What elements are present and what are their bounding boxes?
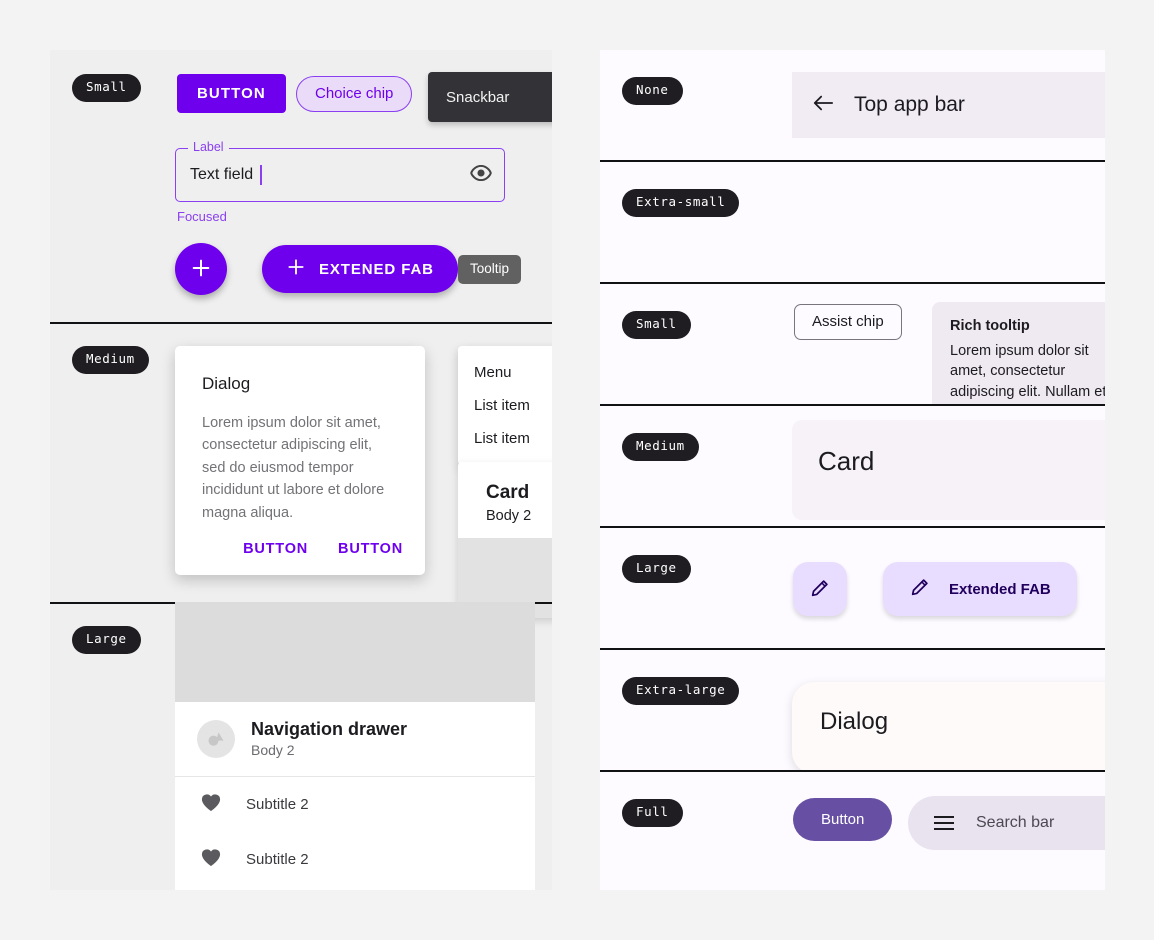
plus-icon [190, 257, 212, 282]
size-badge-none: None [622, 77, 683, 105]
size-badge-full: Full [622, 799, 683, 827]
drawer-list-item-label: Subtitle 2 [246, 796, 309, 813]
right-panel: None Top app bar Extra-small Small Assis… [600, 50, 1105, 890]
card-title: Card [818, 446, 875, 476]
right-row-extra-large: Extra-large Dialog [600, 650, 1105, 770]
size-badge-small: Small [622, 311, 691, 339]
drawer-header: Navigation drawer Body 2 [175, 702, 535, 777]
component-showcase: Small BUTTON Choice chip Snackbar Label … [0, 0, 1154, 940]
search-bar[interactable]: Search bar [908, 796, 1105, 850]
text-cursor [260, 165, 262, 185]
outlined-text-field[interactable]: Label Text field Focused [175, 141, 505, 224]
hamburger-icon[interactable] [934, 816, 954, 830]
left-row-medium: Medium Dialog Lorem ipsum dolor sit amet… [50, 322, 552, 618]
extended-fab-label: Extended FAB [949, 580, 1051, 598]
size-badge-large: Large [622, 555, 691, 583]
extended-fab[interactable]: Extended FAB [883, 562, 1077, 616]
plus-icon [286, 257, 306, 281]
filled-button[interactable]: Button [793, 798, 893, 841]
card: Card [792, 420, 1105, 520]
right-row-none: None Top app bar [600, 50, 1105, 160]
card-title: Card [486, 482, 530, 503]
left-row-large: Large Navigation drawer Body 2 Subtitle … [50, 602, 552, 890]
size-badge-medium: Medium [72, 346, 149, 374]
size-badge-large: Large [72, 626, 141, 654]
top-app-bar: Top app bar [792, 72, 1105, 138]
floating-action-button[interactable] [793, 562, 847, 616]
drawer-list-item[interactable]: Subtitle 2 [175, 777, 535, 832]
extended-fab-label: EXTENED FAB [319, 260, 434, 278]
size-badge-medium: Medium [622, 433, 699, 461]
assist-chip[interactable]: Assist chip [794, 304, 902, 340]
size-badge-extra-large: Extra-large [622, 677, 740, 705]
dialog-actions: BUTTON BUTTON [243, 541, 403, 557]
text-field-box[interactable]: Label Text field [175, 141, 505, 202]
eye-icon[interactable] [470, 164, 492, 186]
right-row-large: Large Extended FAB [600, 528, 1105, 648]
heart-icon [200, 847, 222, 872]
floating-action-button[interactable] [175, 243, 227, 295]
right-row-small: Small Assist chip Rich tooltip Lorem ips… [600, 284, 1105, 404]
drawer-subtitle: Body 2 [251, 742, 295, 758]
card-body: Body 2 [486, 508, 532, 524]
drawer-list-item-label: Subtitle 2 [246, 851, 309, 868]
text-field-label: Label [188, 141, 229, 154]
drawer-list-item[interactable]: Subtitle 2 [175, 832, 535, 887]
drawer-hero-image [175, 602, 535, 702]
choice-chip[interactable]: Choice chip [296, 76, 413, 112]
menu: Menu List item List item [458, 346, 552, 465]
menu-header[interactable]: Menu [458, 356, 552, 389]
arrow-back-icon[interactable] [812, 94, 834, 117]
right-row-full: Full Button Search bar [600, 772, 1105, 890]
avatar [197, 719, 235, 758]
drawer-title: Navigation drawer [251, 719, 408, 739]
heart-icon [200, 792, 222, 817]
tooltip: Tooltip [458, 255, 522, 284]
snackbar-label: Snackbar [446, 88, 510, 106]
dialog-body: Lorem ipsum dolor sit amet, consectetur … [202, 415, 385, 521]
right-row-extra-small: Extra-small Text field Snackbar [600, 162, 1105, 282]
drawer-header-text: Navigation drawer Body 2 [251, 719, 407, 758]
dialog: Dialog [792, 682, 1105, 770]
size-badge-extra-small: Extra-small [622, 189, 740, 217]
right-row-medium: Medium Card [600, 406, 1105, 526]
snackbar: Snackbar [428, 72, 552, 122]
dialog-button-2[interactable]: BUTTON [338, 541, 403, 557]
text-field-helper: Focused [177, 209, 227, 224]
filled-button[interactable]: BUTTON [177, 74, 286, 113]
navigation-drawer: Navigation drawer Body 2 Subtitle 2 Subt… [175, 602, 535, 890]
pencil-icon [809, 577, 831, 602]
dialog-title: Dialog [820, 708, 889, 735]
top-app-bar-title: Top app bar [854, 93, 965, 116]
dialog-title: Dialog [202, 374, 251, 393]
card: Card Body 2 [458, 462, 552, 618]
search-bar-placeholder: Search bar [976, 814, 1055, 831]
size-badge-small: Small [72, 74, 141, 102]
menu-item[interactable]: List item [458, 422, 552, 455]
card-content: Card Body 2 [458, 462, 552, 538]
rich-tooltip-body: Lorem ipsum dolor sit amet, consectetur … [950, 343, 1105, 404]
dialog: Dialog Lorem ipsum dolor sit amet, conse… [175, 346, 425, 575]
rich-tooltip: Rich tooltip Lorem ipsum dolor sit amet,… [932, 302, 1105, 404]
extended-fab[interactable]: EXTENED FAB [262, 245, 458, 293]
pencil-icon [909, 576, 931, 602]
menu-item[interactable]: List item [458, 389, 552, 422]
dialog-button-1[interactable]: BUTTON [243, 541, 308, 557]
text-field-value: Text field [190, 166, 254, 183]
left-row-small: Small BUTTON Choice chip Snackbar Label … [50, 50, 552, 322]
left-panel: Small BUTTON Choice chip Snackbar Label … [50, 50, 552, 890]
rich-tooltip-title: Rich tooltip [950, 318, 1030, 334]
